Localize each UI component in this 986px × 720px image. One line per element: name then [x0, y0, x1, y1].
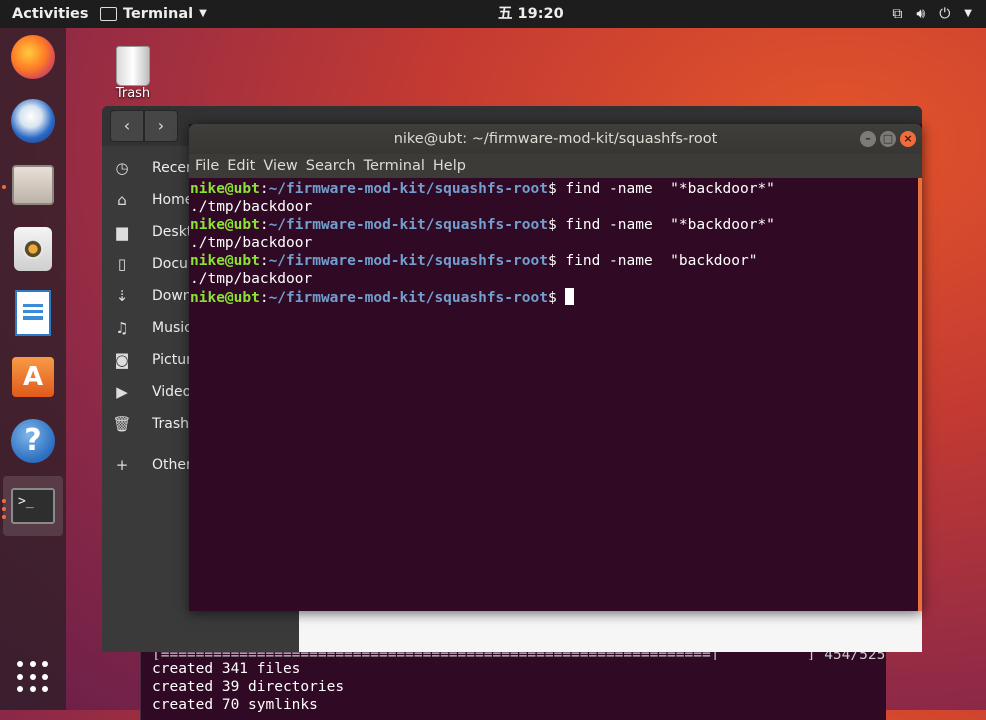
command-text: find -name "*backdoor*" — [556, 181, 775, 197]
chevron-right-icon: › — [157, 116, 165, 135]
app-menu-label: Terminal — [123, 6, 194, 22]
trash-icon: 🗑︎ — [112, 415, 132, 433]
volume-icon: 🔊︎ — [916, 6, 926, 22]
app-menu[interactable]: Terminal ▼ — [100, 0, 207, 28]
software-icon: A — [12, 357, 54, 397]
terminal-app-icon — [100, 7, 117, 21]
top-bar: Activities Terminal ▼ 五 19:20 ⧉ 🔊︎ ⏻ ▼ — [0, 0, 986, 28]
terminal-titlebar[interactable]: nike@ubt: ~/firmware-mod-kit/squashfs-ro… — [189, 124, 922, 154]
thunderbird-launcher[interactable] — [8, 96, 58, 146]
menu-terminal[interactable]: Terminal — [364, 158, 433, 174]
prompt-line: nike@ubt:~/firmware-mod-kit/squashfs-roo… — [190, 217, 775, 233]
minimize-button[interactable]: – — [860, 131, 876, 147]
output-line: ./tmp/backdoor — [190, 271, 313, 287]
thunderbird-icon — [11, 99, 55, 143]
prompt-line: nike@ubt:~/firmware-mod-kit/squashfs-roo… — [190, 288, 918, 307]
running-indicator — [2, 507, 6, 511]
trash-icon — [116, 46, 150, 86]
show-applications-button[interactable] — [8, 652, 58, 702]
writer-launcher[interactable] — [8, 288, 58, 338]
camera-icon: ◙ — [114, 351, 130, 369]
output-line: created 39 directories — [152, 679, 345, 695]
prompt-user: nike@ubt — [190, 181, 260, 197]
writer-icon — [15, 290, 51, 336]
chevron-down-icon: ▼ — [964, 8, 972, 19]
prompt-user: nike@ubt — [190, 290, 260, 306]
output-line: created 70 symlinks — [152, 697, 318, 713]
power-icon: ⏻ — [939, 6, 951, 22]
desktop-trash[interactable]: Trash — [110, 46, 156, 101]
terminal-screen[interactable]: nike@ubt:~/firmware-mod-kit/squashfs-roo… — [189, 178, 918, 611]
output-line: ./tmp/backdoor — [190, 199, 313, 215]
prompt-line: nike@ubt:~/firmware-mod-kit/squashfs-roo… — [190, 253, 758, 269]
plus-icon: + — [115, 456, 129, 474]
firefox-icon — [11, 35, 55, 79]
home-icon: ⌂ — [117, 191, 127, 209]
running-indicator — [2, 515, 6, 519]
help-launcher[interactable]: ? — [8, 416, 58, 466]
clock-icon: ◷ — [115, 159, 129, 177]
prompt-path: ~/firmware-mod-kit/squashfs-root — [268, 290, 548, 306]
menu-file[interactable]: File — [195, 158, 227, 174]
scrollbar[interactable] — [918, 178, 922, 611]
command-text: find -name "*backdoor*" — [556, 217, 775, 233]
prompt-user: nike@ubt — [190, 253, 260, 269]
background-terminal[interactable]: [=======================================… — [140, 640, 886, 720]
clock[interactable]: 五 19:20 — [498, 0, 564, 28]
firefox-launcher[interactable] — [8, 32, 58, 82]
menu-edit[interactable]: Edit — [227, 158, 263, 174]
sidebar-item-label: Trash — [152, 416, 189, 432]
window-title: nike@ubt: ~/firmware-mod-kit/squashfs-ro… — [393, 131, 718, 147]
text-cursor — [565, 288, 575, 305]
terminal-menubar: File Edit View Search Terminal Help — [189, 154, 922, 178]
close-button[interactable]: × — [900, 131, 916, 147]
software-launcher[interactable]: A — [8, 352, 58, 402]
output-line: ./tmp/backdoor — [190, 235, 313, 251]
command-text: find -name "backdoor" — [556, 253, 758, 269]
terminal-window[interactable]: nike@ubt: ~/firmware-mod-kit/squashfs-ro… — [189, 124, 922, 611]
menu-help[interactable]: Help — [433, 158, 474, 174]
files-icon — [12, 165, 54, 205]
menu-view[interactable]: View — [263, 158, 305, 174]
folder-icon: ▆ — [116, 223, 128, 241]
files-launcher[interactable] — [8, 160, 58, 210]
running-indicator — [2, 185, 6, 189]
terminal-icon: >_ — [11, 488, 55, 524]
desktop-trash-label: Trash — [115, 86, 151, 101]
prompt-path: ~/firmware-mod-kit/squashfs-root — [268, 181, 548, 197]
sidebar-item-label: Music — [152, 320, 192, 336]
video-icon: ▶ — [116, 383, 128, 401]
prompt-path: ~/firmware-mod-kit/squashfs-root — [268, 217, 548, 233]
sidebar-item-label: Home — [152, 192, 194, 208]
prompt-path: ~/firmware-mod-kit/squashfs-root — [268, 253, 548, 269]
rhythmbox-icon — [14, 227, 52, 271]
chevron-left-icon: ‹ — [123, 116, 131, 135]
apps-grid-icon — [17, 661, 49, 693]
system-tray[interactable]: ⧉ 🔊︎ ⏻ ▼ — [892, 0, 972, 28]
prompt-user: nike@ubt — [190, 217, 260, 233]
download-icon: ⇣ — [115, 287, 129, 305]
menu-search[interactable]: Search — [306, 158, 364, 174]
output-line: created 341 files — [152, 661, 301, 677]
forward-button[interactable]: › — [144, 110, 178, 142]
music-icon: ♫ — [115, 319, 129, 337]
chevron-down-icon: ▼ — [199, 8, 207, 19]
rhythmbox-launcher[interactable] — [8, 224, 58, 274]
window-controls: – □ × — [860, 131, 916, 147]
help-icon: ? — [11, 419, 55, 463]
prompt-line: nike@ubt:~/firmware-mod-kit/squashfs-roo… — [190, 181, 775, 197]
maximize-button[interactable]: □ — [880, 131, 896, 147]
terminal-launcher[interactable]: >_ — [3, 476, 63, 536]
back-button[interactable]: ‹ — [110, 110, 144, 142]
network-icon: ⧉ — [892, 6, 903, 22]
dock: A ? >_ — [0, 28, 66, 710]
activities-button[interactable]: Activities — [12, 0, 89, 28]
document-icon: ▯ — [117, 255, 127, 273]
running-indicator — [2, 499, 6, 503]
